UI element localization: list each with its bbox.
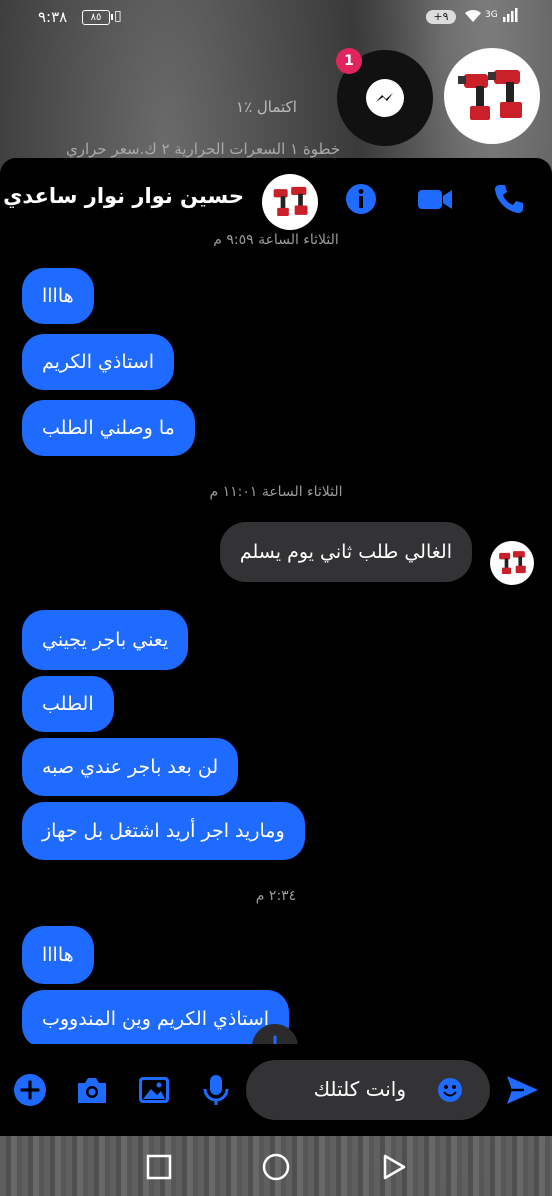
timestamp: الثلاثاء الساعة ١١:٠١ م — [209, 484, 343, 500]
arrow-down-icon — [273, 1035, 277, 1044]
voice-message-button[interactable] — [198, 1072, 234, 1108]
circle-icon — [262, 1153, 290, 1181]
camera-button[interactable] — [74, 1072, 110, 1108]
signal-icon: 3G — [485, 8, 518, 26]
vibrate-icon: ▯ — [114, 8, 122, 24]
recents-button[interactable] — [142, 1150, 176, 1184]
triangle-back-icon — [383, 1154, 406, 1180]
contact-avatar[interactable] — [262, 174, 318, 230]
plus-icon — [14, 1074, 46, 1106]
scroll-to-bottom-button[interactable] — [252, 1024, 298, 1044]
background-step-text: خطوة ١ السعرات الحرارية ٢ ك.سعر حراري — [66, 140, 341, 158]
image-icon — [139, 1077, 169, 1103]
phone-call-button[interactable] — [492, 182, 526, 216]
timestamp: ٢:٣٤ م — [255, 888, 297, 904]
gallery-button[interactable] — [136, 1072, 172, 1108]
send-icon — [507, 1076, 538, 1104]
read-receipt-avatar — [490, 541, 534, 585]
message-bubble[interactable]: هاااا — [22, 268, 94, 324]
status-time: ٩:٣٨ — [38, 8, 68, 26]
message-bubble[interactable]: هاااا — [22, 926, 94, 984]
info-button[interactable] — [344, 182, 378, 216]
system-nav-bar — [0, 1136, 552, 1196]
chat-header: حسين نوار نوار ساعدي — [0, 158, 552, 232]
emoji-button[interactable] — [436, 1076, 464, 1104]
message-bubble[interactable]: يعني باجر يجيني — [22, 610, 189, 670]
message-bubble[interactable]: الطلب — [22, 676, 114, 732]
product-chat-head[interactable] — [444, 48, 540, 144]
background-progress-text: اكتمال ٪١ — [236, 98, 297, 116]
more-actions-button[interactable] — [12, 1072, 48, 1108]
power-tools-image — [499, 551, 526, 574]
my-message-bubble[interactable]: الغالي طلب ثاني يوم يسلم — [219, 522, 472, 582]
message-bubble[interactable]: لن بعد باجر عندي صبه — [22, 738, 239, 796]
home-button[interactable] — [259, 1150, 293, 1184]
microphone-icon — [203, 1075, 229, 1105]
message-bubble[interactable]: ما وصلني الطلب — [22, 400, 195, 456]
back-button[interactable] — [376, 1150, 410, 1184]
network-type: 3G — [485, 10, 498, 20]
square-icon — [146, 1154, 172, 1180]
send-button[interactable] — [504, 1072, 540, 1108]
chat-panel: حسين نوار نوار ساعدي الثلاثاء الساعة ٩:٥… — [0, 158, 552, 1136]
status-bar: ٩:٣٨ ٨٥ ▯ +٩ 3G — [0, 0, 552, 36]
battery-icon: ٨٥ — [82, 10, 113, 25]
messenger-icon — [366, 79, 404, 117]
message-bubble[interactable]: وماريد اجر أريد اشتغل بل جهاز — [22, 802, 305, 860]
emoji-icon — [438, 1078, 462, 1102]
composer: وانت كلتلك — [0, 1044, 552, 1136]
power-tools-image — [273, 186, 308, 216]
message-input-text: وانت كلتلك — [313, 1077, 406, 1101]
timestamp: الثلاثاء الساعة ٩:٥٩ م — [213, 232, 339, 246]
phone-icon — [495, 185, 523, 213]
message-bubble[interactable]: استاذي الكريم وين المندووب — [22, 990, 290, 1044]
message-list[interactable]: الثلاثاء الساعة ٩:٥٩ م هاااا استاذي الكر… — [0, 232, 552, 1044]
notification-count-badge: +٩ — [426, 10, 456, 24]
camera-icon — [78, 1078, 106, 1103]
video-call-icon — [418, 190, 452, 209]
unread-badge: 1 — [336, 48, 362, 74]
message-input[interactable]: وانت كلتلك — [246, 1060, 490, 1120]
contact-name[interactable]: حسين نوار نوار ساعدي — [3, 184, 244, 208]
power-tools-image — [458, 70, 522, 120]
video-call-button[interactable] — [416, 182, 452, 216]
info-icon — [346, 184, 376, 214]
wifi-icon — [464, 9, 482, 27]
message-bubble[interactable]: استاذي الكريم — [22, 334, 175, 390]
